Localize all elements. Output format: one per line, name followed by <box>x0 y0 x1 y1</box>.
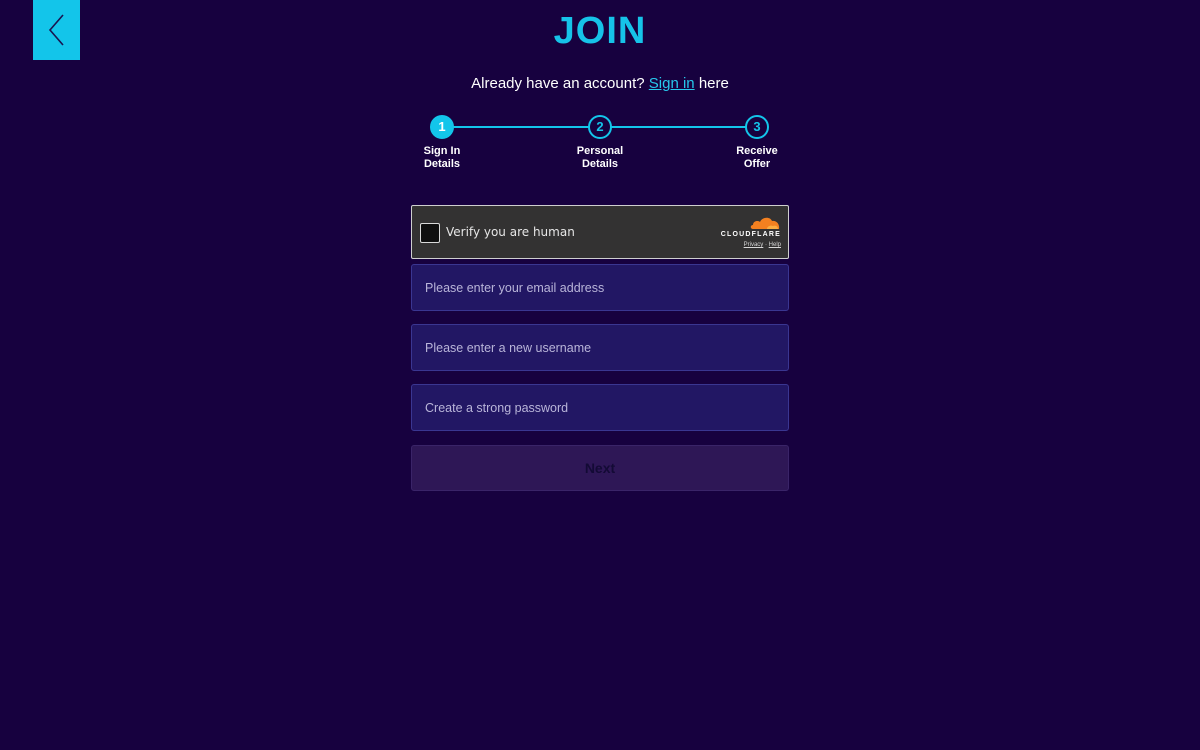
link-separator: · <box>764 242 767 248</box>
captcha-links: Privacy · Help <box>717 242 781 248</box>
cloudflare-wordmark: CLOUDFLARE <box>720 231 781 238</box>
step-number: 3 <box>745 115 769 139</box>
privacy-link[interactable]: Privacy <box>744 242 764 248</box>
step-personal-details: 2 Personal Details <box>560 115 640 171</box>
help-link[interactable]: Help <box>769 242 781 248</box>
step-label: Sign In Details <box>423 145 461 170</box>
step-label: Personal Details <box>576 145 624 170</box>
next-button[interactable]: Next <box>411 445 789 491</box>
signin-suffix: here <box>698 75 729 92</box>
step-receive-offer: 3 Receive Offer <box>717 115 797 171</box>
username-field[interactable] <box>411 324 789 371</box>
join-page: JOIN Already have an account? Sign in he… <box>0 0 1200 750</box>
step-sign-in-details: 1 Sign In Details <box>402 115 482 171</box>
progress-stepper: 1 Sign In Details 2 Personal Details 3 R… <box>400 115 800 175</box>
email-field[interactable] <box>411 264 789 311</box>
captcha-widget: Verify you are human CLOUDFLARE Privacy … <box>411 205 789 259</box>
cloudflare-logo: CLOUDFLARE Privacy · Help <box>717 215 781 248</box>
signin-prefix: Already have an account? <box>471 75 645 92</box>
signin-link[interactable]: Sign in <box>649 75 695 92</box>
step-label: Receive Offer <box>736 145 778 170</box>
cloud-icon <box>750 217 780 229</box>
step-number: 2 <box>588 115 612 139</box>
captcha-checkbox[interactable] <box>420 223 440 243</box>
password-field[interactable] <box>411 384 789 431</box>
captcha-label: Verify you are human <box>446 225 575 239</box>
signup-form: Verify you are human CLOUDFLARE Privacy … <box>411 205 789 491</box>
step-number: 1 <box>430 115 454 139</box>
signin-prompt: Already have an account? Sign in here <box>0 74 1200 94</box>
page-title: JOIN <box>553 10 647 52</box>
